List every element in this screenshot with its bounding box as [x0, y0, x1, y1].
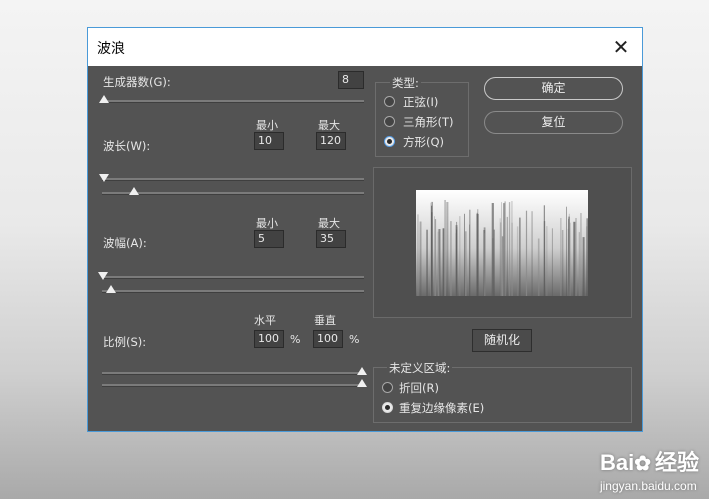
scale-horizontal-slider-thumb[interactable]	[357, 367, 367, 375]
amplitude-min-label: 最小	[256, 217, 278, 230]
repeat-edge-pixels-radio[interactable]	[382, 402, 393, 413]
title-bar: 波浪 ✕	[88, 28, 642, 66]
generators-slider-track[interactable]	[102, 100, 364, 103]
wave-preview-image	[416, 190, 588, 296]
wavelength-max-field[interactable]: 120	[316, 132, 346, 150]
watermark-brand2: 经验	[654, 450, 699, 475]
scale-horizontal-slider-track[interactable]	[102, 372, 364, 375]
scale-vertical-slider-track[interactable]	[102, 384, 364, 387]
amplitude-max-label: 最大	[318, 217, 340, 230]
generators-field[interactable]: 8	[338, 71, 364, 89]
amplitude-max-field[interactable]: 35	[316, 230, 346, 248]
undefined-area-legend: 未定义区域:	[387, 360, 453, 376]
amplitude-min-slider-thumb[interactable]	[106, 285, 116, 293]
scale-vertical-field[interactable]: 100	[313, 330, 343, 348]
wavelength-min-label: 最小	[256, 119, 278, 132]
wrap-around-radio[interactable]	[382, 382, 393, 393]
type-triangle-label[interactable]: 三角形(T)	[403, 114, 454, 130]
type-triangle-radio[interactable]	[384, 116, 395, 127]
preview-panel	[373, 167, 632, 318]
scale-horizontal-label: 水平	[254, 314, 276, 327]
watermark-brand: Bai	[599, 450, 635, 475]
amplitude-min-slider-track[interactable]	[102, 290, 364, 293]
reset-button[interactable]: 复位	[484, 111, 623, 134]
amplitude-min-field[interactable]: 5	[254, 230, 284, 248]
scale-horizontal-field[interactable]: 100	[254, 330, 284, 348]
generators-slider-thumb[interactable]	[99, 95, 109, 103]
type-sine-radio[interactable]	[384, 96, 395, 107]
amplitude-max-slider-thumb[interactable]	[98, 272, 108, 280]
ok-button[interactable]: 确定	[484, 77, 623, 100]
scale-label: 比例(S):	[103, 335, 147, 349]
scale-vertical-label: 垂直	[314, 314, 336, 327]
amplitude-label: 波幅(A):	[103, 236, 147, 250]
baidu-watermark: Bai✿ 经验 jingyan.baidu.com	[600, 445, 699, 493]
generators-label: 生成器数(G):	[103, 75, 171, 89]
paw-icon: ✿	[634, 453, 651, 475]
wavelength-min-slider-track[interactable]	[102, 192, 364, 195]
type-square-label[interactable]: 方形(Q)	[403, 134, 444, 150]
dialog-title: 波浪	[97, 41, 125, 57]
type-square-radio[interactable]	[384, 136, 395, 147]
wavelength-min-slider-thumb[interactable]	[129, 187, 139, 195]
wavelength-min-field[interactable]: 10	[254, 132, 284, 150]
wavelength-label: 波长(W):	[103, 139, 151, 153]
close-icon[interactable]: ✕	[606, 32, 636, 62]
wave-dialog: 波浪 ✕ 生成器数(G): 8 最小 最大 波长(W): 10 120 最小 最…	[87, 27, 643, 432]
type-sine-label[interactable]: 正弦(I)	[403, 94, 438, 110]
repeat-edge-pixels-label[interactable]: 重复边缘像素(E)	[399, 400, 484, 416]
wavelength-max-slider-track[interactable]	[102, 178, 364, 181]
wavelength-max-slider-thumb[interactable]	[99, 174, 109, 182]
wavelength-max-label: 最大	[318, 119, 340, 132]
scale-vertical-unit: %	[349, 333, 360, 346]
wrap-around-label[interactable]: 折回(R)	[399, 380, 439, 396]
scale-horizontal-unit: %	[290, 333, 301, 346]
amplitude-max-slider-track[interactable]	[102, 276, 364, 279]
type-group-legend: 类型:	[390, 75, 421, 91]
scale-vertical-slider-thumb[interactable]	[357, 379, 367, 387]
randomize-button[interactable]: 随机化	[472, 329, 532, 352]
watermark-url: jingyan.baidu.com	[599, 479, 697, 493]
